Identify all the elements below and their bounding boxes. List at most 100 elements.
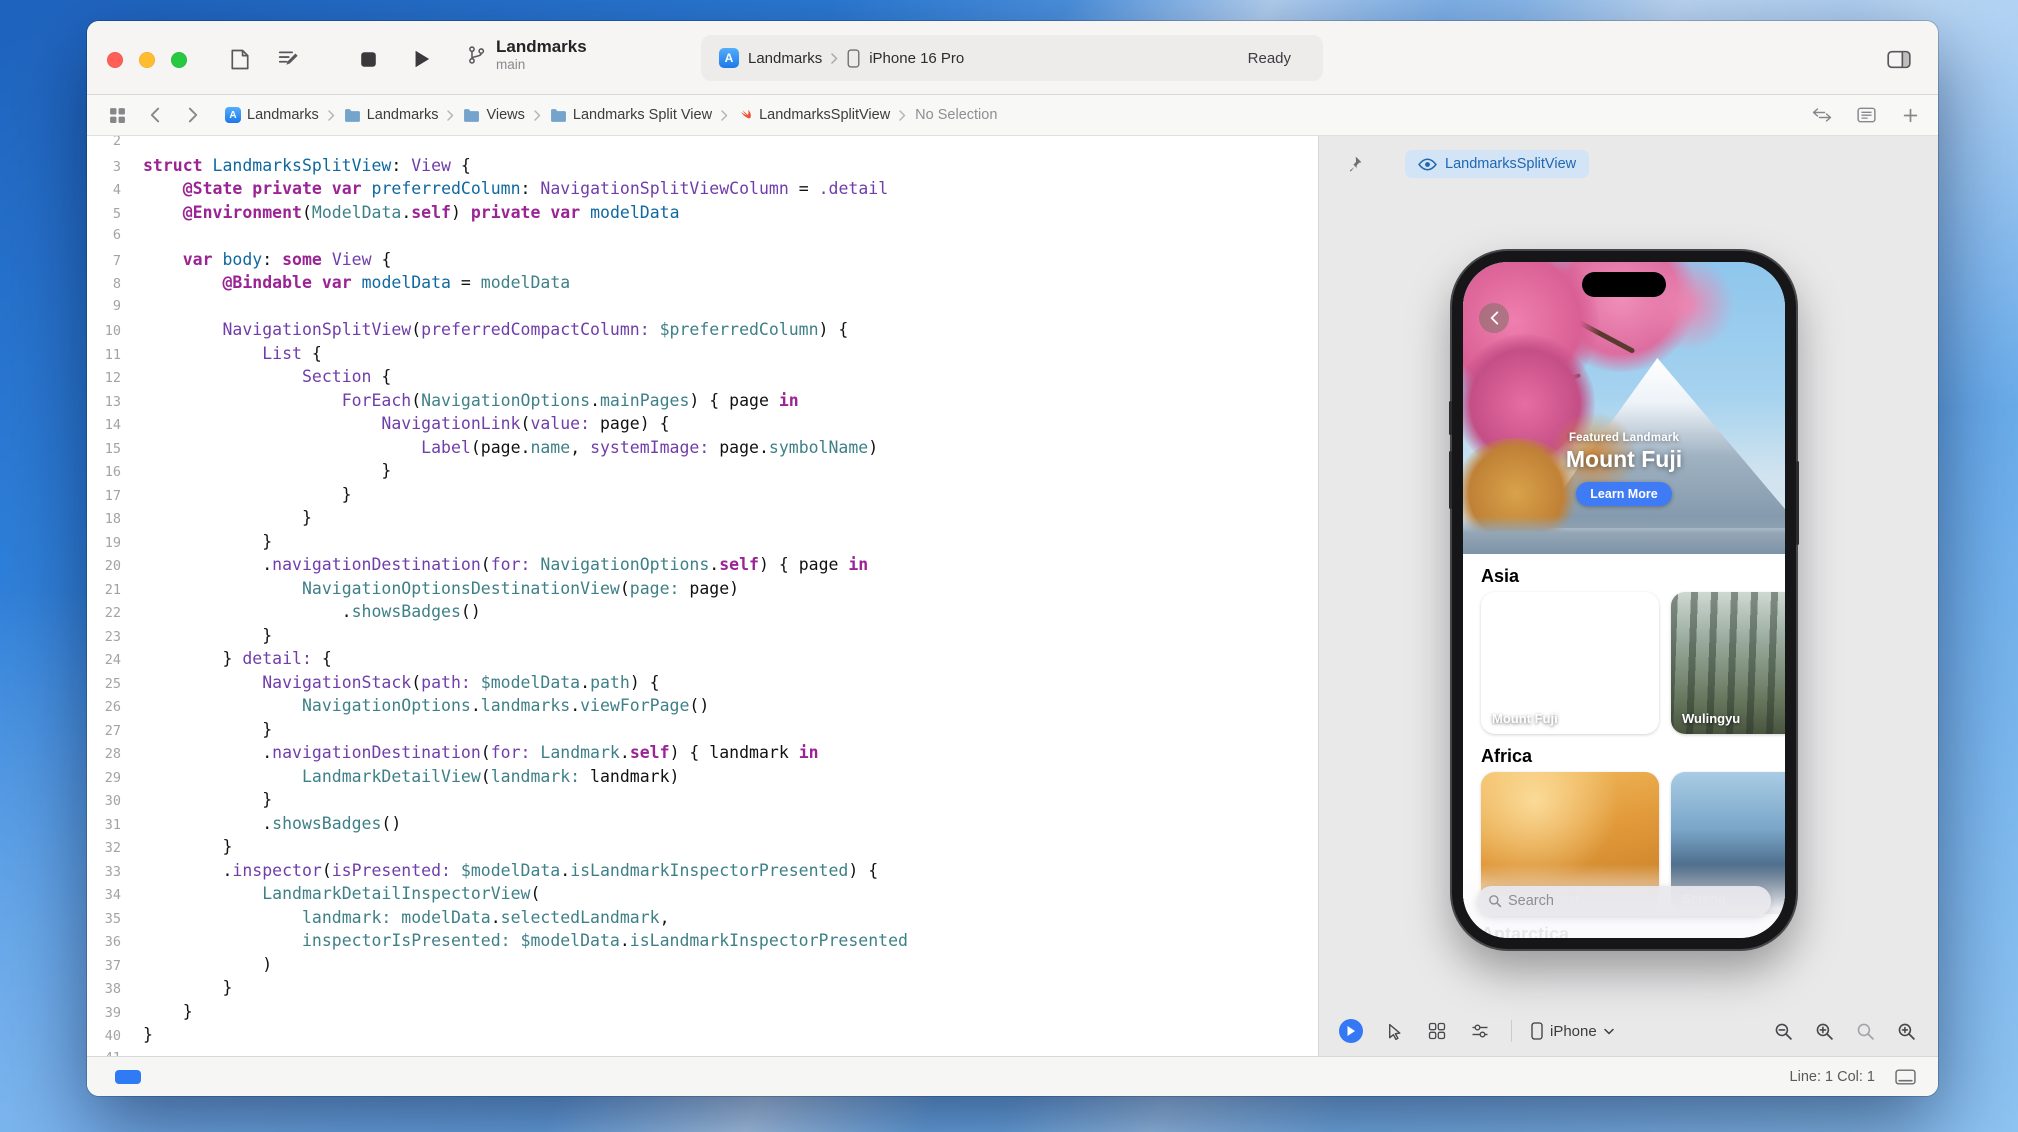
run-destination-label[interactable]: iPhone 16 Pro	[869, 50, 964, 67]
line-number: 19	[87, 532, 121, 556]
zoom-out-icon	[1774, 1022, 1793, 1041]
zoom-fit-button[interactable]	[1894, 1019, 1918, 1043]
back-chevron-icon	[1490, 311, 1499, 325]
toolbar-divider	[1511, 1020, 1512, 1042]
line-number: 25	[87, 673, 121, 697]
line-number: 27	[87, 720, 121, 744]
line-number: 24	[87, 649, 121, 673]
pin-icon	[1345, 155, 1363, 173]
zoom-window-button[interactable]	[171, 52, 187, 68]
code-line: 4 @State private var preferredColumn: Na…	[87, 177, 1318, 201]
landmark-card[interactable]: Wulingyu	[1671, 592, 1785, 734]
scheme-project-label[interactable]: Landmarks	[748, 50, 822, 67]
variants-icon	[1428, 1022, 1446, 1040]
line-number: 26	[87, 696, 121, 720]
code-editor[interactable]: 23struct LandmarksSplitView: View {4 @St…	[87, 136, 1318, 1056]
editor-area: 23struct LandmarksSplitView: View {4 @St…	[87, 136, 1938, 1056]
breadcrumb-item[interactable]: ALandmarks	[225, 107, 319, 123]
code-line: 37 )	[87, 953, 1318, 977]
line-number: 14	[87, 414, 121, 438]
breadcrumb-item[interactable]: No Selection	[915, 107, 997, 123]
run-button[interactable]	[407, 45, 437, 73]
featured-title: Mount Fuji	[1463, 446, 1785, 473]
preview-screen[interactable]: Featured Landmark Mount Fuji Learn More …	[1463, 262, 1785, 938]
scheme-selector[interactable]: A Landmarks iPhone 16 Pro Ready	[701, 35, 1323, 81]
code-line: 9	[87, 295, 1318, 319]
breadcrumb-item[interactable]: Views	[463, 107, 524, 123]
selectable-mode-button[interactable]	[1382, 1019, 1406, 1043]
preview-device-selector[interactable]: iPhone	[1531, 1022, 1614, 1040]
variants-button[interactable]	[1425, 1019, 1449, 1043]
search-field[interactable]: Search	[1477, 886, 1771, 916]
related-items-button[interactable]	[105, 103, 129, 127]
preview-area: Featured Landmark Mount Fuji Learn More …	[1319, 192, 1938, 1006]
device-settings-button[interactable]	[1468, 1019, 1492, 1043]
preview-canvas: LandmarksSplitView	[1319, 136, 1938, 1056]
project-title: Landmarks	[496, 36, 587, 57]
line-number: 23	[87, 626, 121, 650]
line-number: 36	[87, 931, 121, 955]
build-status: Ready	[1248, 50, 1291, 67]
line-number: 16	[87, 461, 121, 485]
go-back-button[interactable]	[143, 103, 167, 127]
section-title: Africa	[1481, 746, 1785, 766]
canvas-toolbar: iPhone	[1319, 1006, 1938, 1056]
pin-preview-button[interactable]	[1341, 151, 1367, 177]
line-number: 39	[87, 1002, 121, 1026]
window-layout-button[interactable]	[1895, 1069, 1916, 1085]
swift-file-icon	[737, 107, 753, 123]
folder-icon	[463, 108, 480, 122]
close-button[interactable]	[107, 52, 123, 68]
landmark-card[interactable]: Mount Fuji	[1481, 592, 1659, 734]
breadcrumb-separator	[534, 110, 541, 121]
right-panel-toggle-button[interactable]	[1882, 45, 1916, 73]
line-number: 11	[87, 344, 121, 368]
back-button[interactable]	[1479, 303, 1509, 333]
preview-name-badge[interactable]: LandmarksSplitView	[1405, 150, 1589, 178]
chevron-right-icon	[831, 53, 838, 64]
minimize-button[interactable]	[139, 52, 155, 68]
go-forward-button[interactable]	[181, 103, 205, 127]
zoom-actual-button[interactable]	[1853, 1019, 1877, 1043]
editor-options-button[interactable]	[1854, 103, 1878, 127]
device-settings-icon	[1471, 1022, 1489, 1040]
power-button	[1796, 461, 1799, 545]
folder-icon	[344, 108, 361, 122]
new-file-button[interactable]	[225, 45, 255, 73]
code-line: 28 .navigationDestination(for: Landmark.…	[87, 741, 1318, 765]
toolbar: Landmarks main A Landmarks iPhone 16 Pro…	[87, 21, 1938, 95]
code-line: 14 NavigationLink(value: page) {	[87, 412, 1318, 436]
search-icon	[1488, 894, 1502, 908]
compose-button[interactable]	[273, 45, 303, 73]
preview-name-label: LandmarksSplitView	[1445, 156, 1576, 172]
line-number: 35	[87, 908, 121, 932]
code-line: 21 NavigationOptionsDestinationView(page…	[87, 577, 1318, 601]
code-line: 6	[87, 224, 1318, 248]
live-preview-icon	[1346, 1025, 1356, 1037]
zoom-fit-icon	[1897, 1022, 1916, 1041]
code-line: 11 List {	[87, 342, 1318, 366]
line-number: 21	[87, 579, 121, 603]
zoom-in-icon	[1815, 1022, 1834, 1041]
breadcrumb-item[interactable]: Landmarks Split View	[550, 107, 712, 123]
zoom-in-button[interactable]	[1812, 1019, 1836, 1043]
back-icon	[150, 107, 160, 123]
breadcrumb-item[interactable]: Landmarks	[344, 107, 439, 123]
code-review-button[interactable]	[1810, 103, 1834, 127]
add-editor-button[interactable]	[1898, 103, 1922, 127]
line-number: 10	[87, 320, 121, 344]
zoom-out-button[interactable]	[1771, 1019, 1795, 1043]
line-number: 17	[87, 485, 121, 509]
zoom-actual-icon	[1856, 1022, 1875, 1041]
code-line: 27 }	[87, 718, 1318, 742]
code-line: 25 NavigationStack(path: $modelData.path…	[87, 671, 1318, 695]
canvas-header: LandmarksSplitView	[1319, 136, 1938, 192]
stop-button[interactable]	[353, 45, 383, 73]
live-preview-button[interactable]	[1339, 1019, 1363, 1043]
learn-more-button[interactable]: Learn More	[1576, 482, 1671, 506]
code-line: 13 ForEach(NavigationOptions.mainPages) …	[87, 389, 1318, 413]
code-line: 15 Label(page.name, systemImage: page.sy…	[87, 436, 1318, 460]
breadcrumb-item[interactable]: LandmarksSplitView	[737, 107, 890, 123]
status-bar: Line: 1 Col: 1	[87, 1056, 1938, 1096]
line-number: 7	[87, 250, 121, 274]
